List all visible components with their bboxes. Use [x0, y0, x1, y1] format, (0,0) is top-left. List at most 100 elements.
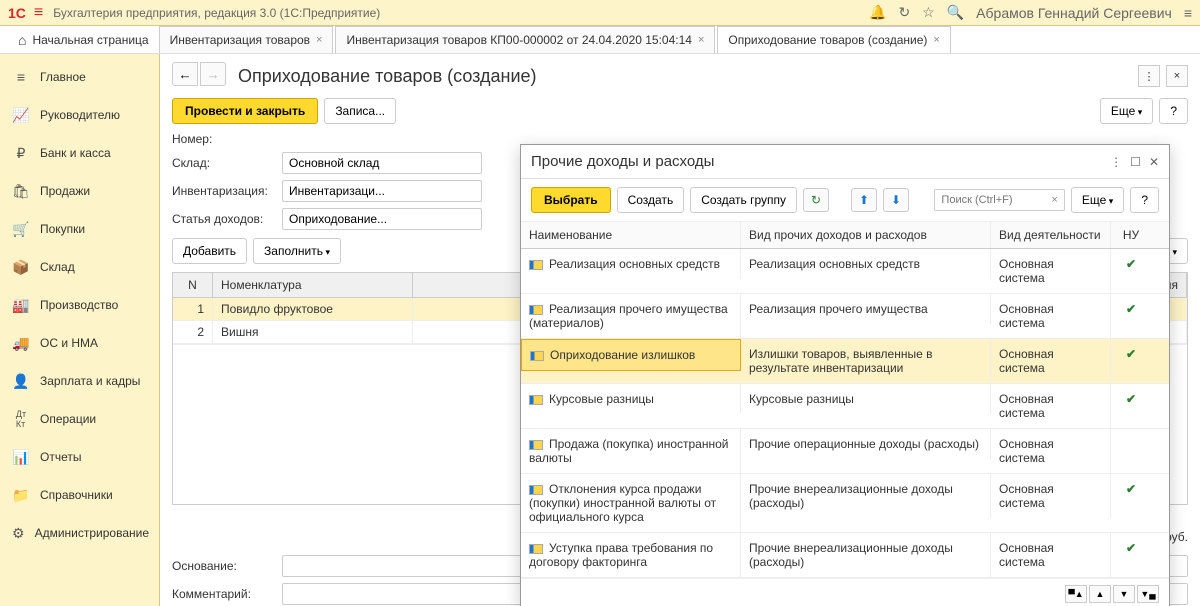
- check-icon: ✔: [1126, 257, 1136, 271]
- pager-last[interactable]: ▼▄: [1137, 585, 1159, 603]
- more-button[interactable]: Еще: [1100, 98, 1153, 124]
- check-icon: ✔: [1126, 302, 1136, 316]
- sidebar-item-bank[interactable]: ₽Банк и касса: [0, 134, 159, 172]
- modal-more-button[interactable]: Еще: [1071, 187, 1124, 213]
- tab-label: Инвентаризация товаров: [170, 33, 310, 47]
- help-button[interactable]: ?: [1159, 98, 1188, 124]
- add-button[interactable]: Добавить: [172, 238, 247, 264]
- back-button[interactable]: ←: [172, 62, 198, 86]
- modal-row[interactable]: Реализация основных средствРеализация ос…: [521, 249, 1169, 294]
- search-icon[interactable]: 🔍: [947, 4, 964, 21]
- close-icon[interactable]: ×: [933, 34, 939, 46]
- sidebar-item-reports[interactable]: 📊Отчеты: [0, 438, 159, 476]
- user-name[interactable]: Абрамов Геннадий Сергеевич: [976, 5, 1172, 21]
- sidebar-item-manager[interactable]: 📈Руководителю: [0, 96, 159, 134]
- create-button[interactable]: Создать: [617, 187, 685, 213]
- sidebar-item-label: Администрирование: [35, 526, 149, 540]
- mcol-nu[interactable]: НУ: [1111, 222, 1151, 248]
- modal-row[interactable]: Оприходование излишковИзлишки товаров, в…: [521, 339, 1169, 384]
- person-icon: 👤: [12, 372, 30, 390]
- process-close-button[interactable]: Провести и закрыть: [172, 98, 318, 124]
- income-item-input[interactable]: [282, 208, 482, 230]
- search-box[interactable]: ×: [934, 189, 1064, 211]
- modal-row[interactable]: Курсовые разницыКурсовые разницыОсновная…: [521, 384, 1169, 429]
- close-icon[interactable]: ×: [698, 34, 704, 46]
- modal-help-button[interactable]: ?: [1130, 187, 1159, 213]
- select-button[interactable]: Выбрать: [531, 187, 611, 213]
- m-cell-name: Уступка права требования по договору фак…: [521, 533, 741, 577]
- m-cell-name: Оприходование излишков: [521, 339, 741, 371]
- mcol-name[interactable]: Наименование: [521, 222, 741, 248]
- mcol-activity[interactable]: Вид деятельности: [991, 222, 1111, 248]
- tab-inventory-doc[interactable]: Инвентаризация товаров КП00-000002 от 24…: [335, 26, 715, 53]
- m-cell-type: Реализация прочего имущества: [741, 294, 991, 324]
- modal-row[interactable]: Продажа (покупка) иностранной валютыПроч…: [521, 429, 1169, 474]
- col-header-nomenclature[interactable]: Номенклатура: [213, 273, 413, 297]
- pager-first[interactable]: ▀▲: [1065, 585, 1087, 603]
- ruble-icon: ₽: [12, 144, 30, 162]
- fill-button[interactable]: Заполнить: [253, 238, 341, 264]
- m-cell-type: Прочие внереализационные доходы (расходы…: [741, 474, 991, 518]
- modal-row[interactable]: Уступка права требования по договору фак…: [521, 533, 1169, 578]
- modal-row[interactable]: Реализация прочего имущества (материалов…: [521, 294, 1169, 339]
- sidebar-item-main[interactable]: ≡Главное: [0, 58, 159, 96]
- m-cell-name: Реализация основных средств: [521, 249, 741, 279]
- content-area: ← → Оприходование товаров (создание) ⋮ ×…: [160, 54, 1200, 606]
- col-header-n[interactable]: N: [173, 273, 213, 297]
- close-icon[interactable]: ×: [316, 34, 322, 46]
- m-cell-type: Прочие операционные доходы (расходы): [741, 429, 991, 459]
- check-icon: ✔: [1126, 541, 1136, 555]
- search-input[interactable]: [935, 190, 1045, 210]
- sidebar-item-operations[interactable]: ДтКтОперации: [0, 400, 159, 438]
- page-menu-icon[interactable]: ⋮: [1138, 65, 1160, 87]
- create-group-button[interactable]: Создать группу: [690, 187, 797, 213]
- comment-label: Комментарий:: [172, 587, 282, 601]
- forward-button[interactable]: →: [200, 62, 226, 86]
- cart-icon: 🛒: [12, 220, 30, 238]
- mcol-type[interactable]: Вид прочих доходов и расходов: [741, 222, 991, 248]
- modal-maximize-icon[interactable]: ☐: [1130, 155, 1141, 169]
- warehouse-label: Склад:: [172, 156, 282, 170]
- sidebar-item-label: Руководителю: [40, 108, 120, 122]
- m-cell-name: Продажа (покупка) иностранной валюты: [521, 429, 741, 473]
- tab-inventory-list[interactable]: Инвентаризация товаров ×: [159, 26, 334, 53]
- write-button[interactable]: Записа...: [324, 98, 396, 124]
- page-close-icon[interactable]: ×: [1166, 65, 1188, 87]
- warehouse-input[interactable]: [282, 152, 482, 174]
- sidebar-item-catalogs[interactable]: 📁Справочники: [0, 476, 159, 514]
- sidebar-item-salary[interactable]: 👤Зарплата и кадры: [0, 362, 159, 400]
- history-icon[interactable]: ↻: [898, 4, 910, 21]
- sidebar-item-label: Отчеты: [40, 450, 81, 464]
- m-cell-activity: Основная система: [991, 533, 1111, 577]
- sidebar-item-warehouse[interactable]: 📦Склад: [0, 248, 159, 286]
- modal-close-icon[interactable]: ✕: [1149, 155, 1159, 169]
- home-tab-label: Начальная страница: [32, 33, 148, 47]
- move-down-button[interactable]: ⬇: [883, 188, 909, 212]
- sidebar-item-production[interactable]: 🏭Производство: [0, 286, 159, 324]
- move-up-button[interactable]: ⬆: [851, 188, 877, 212]
- m-cell-type: Излишки товаров, выявленные в результате…: [741, 339, 991, 383]
- bell-icon[interactable]: 🔔: [869, 4, 886, 21]
- m-cell-nu: ✔: [1111, 339, 1151, 369]
- sidebar-item-assets[interactable]: 🚚ОС и НМА: [0, 324, 159, 362]
- modal-menu-icon[interactable]: ⋮: [1110, 155, 1122, 169]
- sidebar-item-label: Склад: [40, 260, 75, 274]
- income-item-label: Статья доходов:: [172, 212, 282, 226]
- refresh-button[interactable]: ↻: [803, 188, 829, 212]
- inventory-label: Инвентаризация:: [172, 184, 282, 198]
- search-clear-icon[interactable]: ×: [1045, 194, 1063, 206]
- item-icon: [529, 440, 543, 450]
- sidebar-item-admin[interactable]: ⚙Администрирование: [0, 514, 159, 552]
- star-icon[interactable]: ☆: [922, 4, 935, 21]
- sidebar-item-purchases[interactable]: 🛒Покупки: [0, 210, 159, 248]
- tab-posting-create[interactable]: Оприходование товаров (создание) ×: [717, 26, 950, 53]
- pager-down[interactable]: ▼: [1113, 585, 1135, 603]
- pager-up[interactable]: ▲: [1089, 585, 1111, 603]
- inventory-input[interactable]: [282, 180, 482, 202]
- modal-row[interactable]: Отклонения курса продажи (покупки) иност…: [521, 474, 1169, 533]
- home-tab[interactable]: ⌂ Начальная страница: [8, 26, 159, 53]
- menu-equals-icon[interactable]: ≡: [1184, 5, 1192, 21]
- main-menu-icon[interactable]: ≡: [34, 4, 43, 22]
- sidebar-item-sales[interactable]: 🛍Продажи: [0, 172, 159, 210]
- tab-label: Инвентаризация товаров КП00-000002 от 24…: [346, 33, 691, 47]
